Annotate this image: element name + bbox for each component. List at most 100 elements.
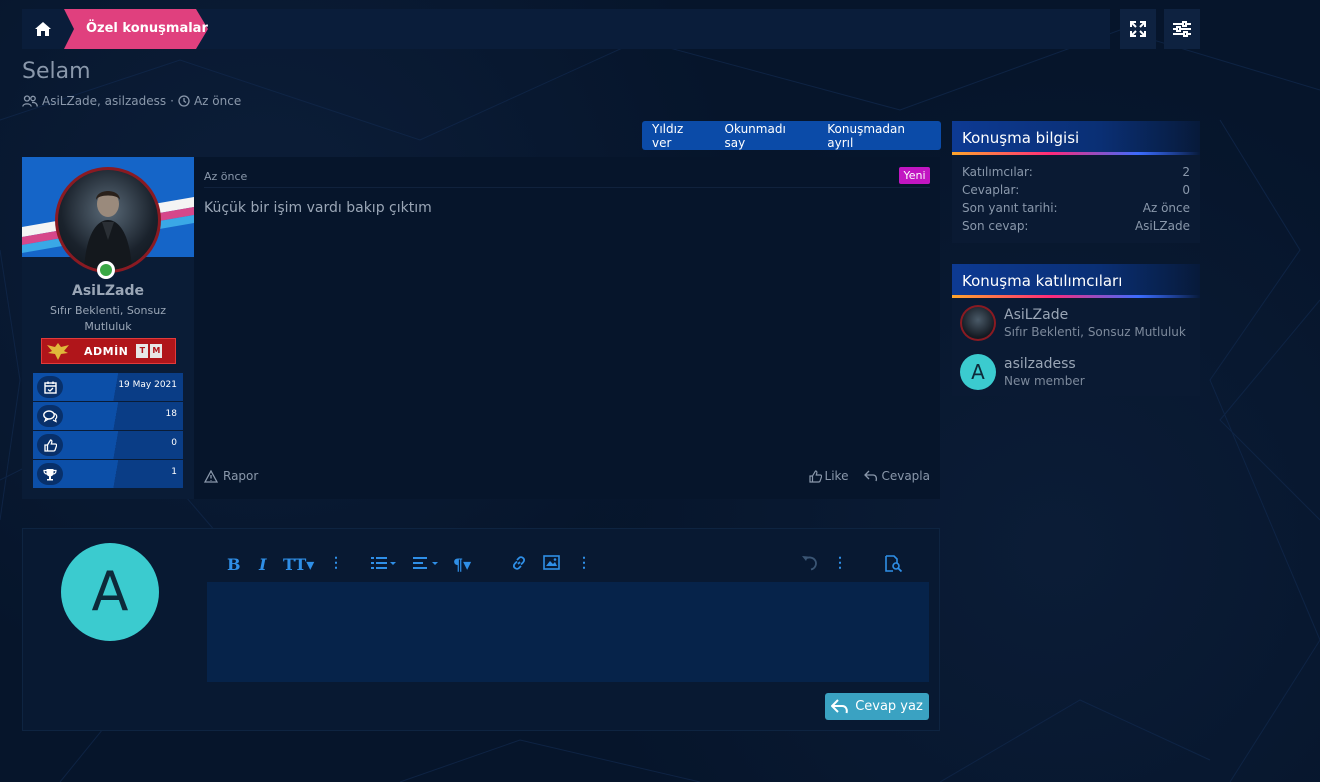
bold-button[interactable]: B (227, 555, 241, 574)
calendar-check-icon (37, 376, 63, 398)
participant-name[interactable]: AsiLZade (1004, 307, 1186, 323)
message: AsiLZade Sıfır Beklenti, Sonsuz Mutluluk… (22, 157, 940, 499)
quick-reply: A B I TT▾ ⋮ ¶▾ ⋮ ⋮ Cevap yaz (22, 528, 940, 731)
stat-value: 19 May 2021 (118, 380, 177, 390)
username[interactable]: AsiLZade (22, 283, 194, 299)
block-body: AsiLZade Sıfır Beklenti, Sonsuz Mutluluk… (952, 298, 1200, 396)
sliders-icon (1173, 21, 1191, 37)
list-icon (371, 557, 396, 569)
image-button[interactable] (543, 555, 560, 574)
thumbs-up-icon (37, 434, 63, 456)
banner-tm: T M (136, 344, 163, 358)
block-header: Konuşma bilgisi (952, 121, 1200, 155)
paragraph-button[interactable]: ¶▾ (453, 555, 471, 574)
list-button[interactable] (371, 555, 397, 575)
stat-joined: 19 May 2021 (33, 373, 183, 401)
participant-name[interactable]: asilzadess (1004, 356, 1085, 372)
comments-icon (37, 405, 63, 427)
info-row: Cevaplar: 0 (962, 181, 1190, 199)
text-size-button[interactable]: TT▾ (283, 555, 314, 574)
reply-label: Cevapla (881, 469, 930, 483)
eagle-icon (42, 339, 74, 363)
message-user-cell: AsiLZade Sıfır Beklenti, Sonsuz Mutluluk… (22, 157, 194, 499)
participant-avatar[interactable]: A (960, 353, 996, 390)
stat-value: 18 (165, 409, 177, 419)
thread-time[interactable]: Az önce (194, 94, 241, 108)
info-key: Son yanıt tarihi: (962, 201, 1058, 215)
like-label: Like (824, 469, 849, 483)
star-button[interactable]: Yıldız ver (642, 122, 715, 150)
reply-icon (864, 470, 878, 482)
banner-t: T (136, 344, 149, 358)
leave-conversation-button[interactable]: Konuşmadan ayrıl (817, 122, 941, 150)
message-date[interactable]: Az önce (204, 170, 247, 183)
info-value: 0 (1182, 183, 1190, 197)
preview-icon (885, 555, 903, 573)
message-body: Küçük bir işim vardı bakıp çıktım (204, 200, 432, 216)
reply-icon (831, 699, 848, 714)
breadcrumb-item-private-conversations[interactable]: Özel konuşmalar (64, 9, 208, 49)
info-value[interactable]: AsiLZade (1135, 217, 1190, 235)
mark-unread-button[interactable]: Okunmadı say (715, 122, 818, 150)
undo-button[interactable] (801, 555, 818, 575)
block-header: Konuşma katılımcıları (952, 264, 1200, 298)
stat-reactions: 0 (33, 431, 183, 459)
editor-toolbar: B I TT▾ ⋮ ¶▾ ⋮ ⋮ (207, 545, 929, 581)
more-options-icon[interactable]: ⋮ (833, 555, 847, 571)
more-insert-options-icon[interactable]: ⋮ (577, 555, 591, 571)
reply-button[interactable]: Cevapla (864, 469, 930, 483)
submit-reply-button[interactable]: Cevap yaz (825, 693, 929, 720)
message-actions: Like Cevapla (808, 469, 930, 483)
block-body: Katılımcılar: 2 Cevaplar: 0 Son yanıt tari… (952, 155, 1200, 243)
like-button[interactable]: Like (808, 469, 849, 483)
info-row: Son yanıt tarihi: Az önce (962, 199, 1190, 217)
block-title: Konuşma bilgisi (962, 129, 1080, 147)
user-title: Sıfır Beklenti, Sonsuz Mutluluk (50, 304, 166, 333)
home-button[interactable] (22, 9, 64, 49)
info-key: Katılımcılar: (962, 165, 1033, 179)
expand-icon (1130, 21, 1146, 37)
clock-icon (178, 95, 190, 107)
participant-avatar[interactable] (960, 304, 996, 341)
participants-line[interactable]: AsiLZade, asilzadess (42, 94, 166, 108)
breadcrumb: Özel konuşmalar (22, 9, 1110, 49)
new-badge: Yeni (899, 167, 930, 184)
stat-value: 1 (171, 467, 177, 477)
avatar-photo (84, 191, 132, 270)
conversation-info-block: Konuşma bilgisi Katılımcılar: 2 Cevaplar:… (952, 121, 1200, 243)
fullscreen-button[interactable] (1120, 9, 1156, 49)
meta-separator: · (170, 94, 174, 108)
admin-banner: ADMİN T M (41, 338, 176, 364)
trophy-icon (37, 463, 63, 485)
info-value: 2 (1182, 165, 1190, 179)
participant-item[interactable]: A asilzadess New member (960, 347, 1192, 396)
reply-editor[interactable] (207, 582, 929, 682)
report-button[interactable]: Rapor (204, 469, 258, 483)
info-row: Son cevap: AsiLZade (962, 217, 1190, 235)
thread-meta: AsiLZade, asilzadess · Az önce (22, 94, 241, 108)
image-icon (543, 555, 560, 570)
message-divider (204, 187, 930, 188)
report-label: Rapor (223, 469, 259, 483)
stat-value: 0 (171, 438, 177, 448)
participant-item[interactable]: AsiLZade Sıfır Beklenti, Sonsuz Mutluluk (960, 298, 1192, 347)
conversation-participants-block: Konuşma katılımcıları AsiLZade Sıfır Bek… (952, 264, 1200, 396)
link-button[interactable] (511, 555, 527, 575)
align-left-icon (413, 557, 438, 569)
preview-button[interactable] (885, 555, 903, 576)
participant-title: Sıfır Beklenti, Sonsuz Mutluluk (1004, 324, 1186, 339)
page-title: Selam (22, 59, 91, 84)
align-button[interactable] (413, 555, 439, 575)
link-icon (512, 556, 526, 570)
submit-reply-label: Cevap yaz (855, 699, 923, 714)
block-title: Konuşma katılımcıları (962, 272, 1123, 290)
style-settings-button[interactable] (1164, 9, 1200, 49)
home-icon (35, 22, 51, 36)
stat-messages: 18 (33, 402, 183, 430)
user-stats: 19 May 2021 18 0 1 (33, 373, 183, 489)
italic-button[interactable]: I (259, 555, 266, 574)
user-avatar[interactable] (55, 167, 161, 273)
more-text-options-icon[interactable]: ⋮ (329, 555, 343, 571)
info-value[interactable]: Az önce (1143, 199, 1190, 217)
info-row: Katılımcılar: 2 (962, 163, 1190, 181)
